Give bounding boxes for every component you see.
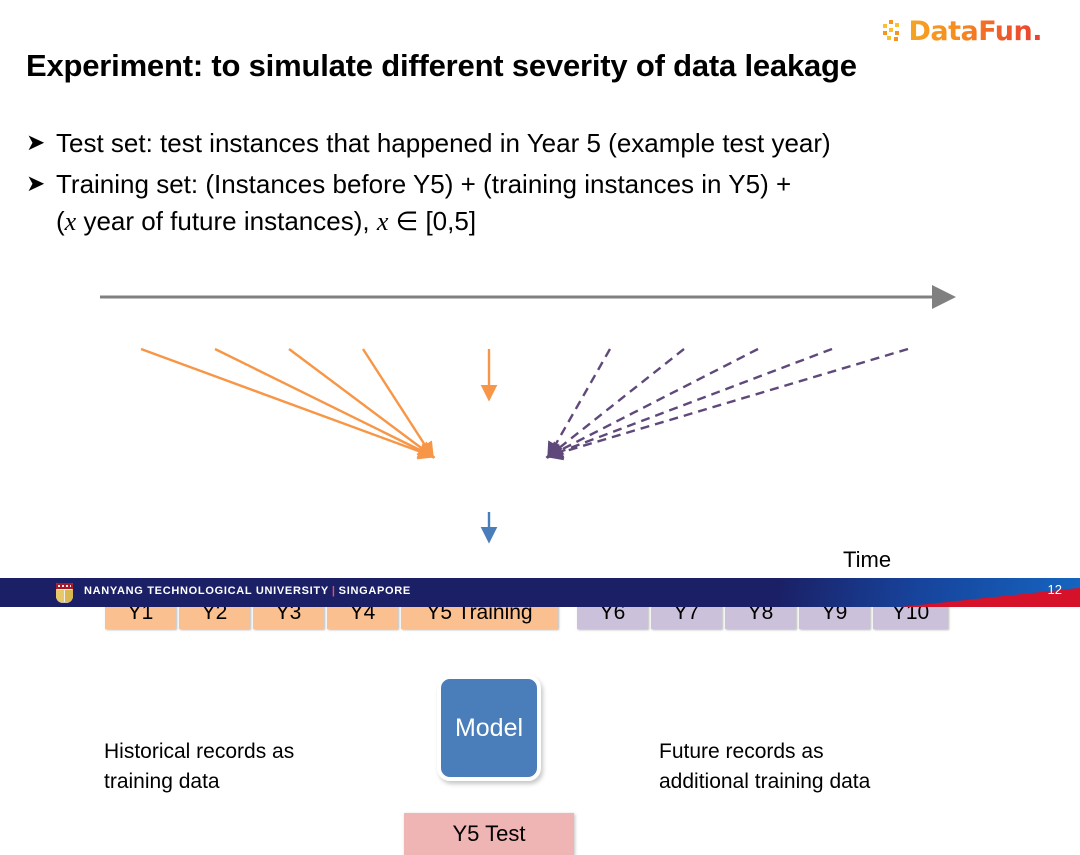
- caption-historical: Historical records as training data: [104, 737, 404, 798]
- arrow-y7-to-model: [546, 348, 685, 459]
- footer-separator: |: [331, 585, 336, 597]
- test-box-y5[interactable]: Y5 Test: [404, 813, 574, 855]
- page-number: 12: [1047, 582, 1062, 597]
- arrow-y2-to-model: [214, 347, 436, 458]
- timeline-diagram: Time Y1 Y2 Y3 Y4 Y5 Training Y6 Y7 Y8 Y9…: [0, 272, 1080, 855]
- bullet-text: Test set: test instances that happened i…: [56, 128, 831, 158]
- footer-university-name: NANYANG TECHNOLOGICAL UNIVERSITY: [84, 585, 329, 597]
- arrow-y1-to-model: [140, 347, 436, 460]
- ntu-crest-icon: [56, 583, 73, 603]
- bullet-text-training: Training set: (Instances before Y5) + (t…: [56, 166, 1046, 241]
- arrow-y9-to-model: [545, 347, 833, 460]
- time-axis-label: Time: [843, 547, 892, 572]
- bullet-training-line1: Training set: (Instances before Y5) + (t…: [56, 168, 792, 199]
- bullet-marker-icon: ➤: [26, 129, 46, 155]
- arrow-y3-to-model: [288, 348, 435, 459]
- caption-future-line2: additional training data: [659, 770, 871, 794]
- bullet-training-mid: year of future instances),: [76, 206, 377, 237]
- caption-future-line1: Future records as: [659, 740, 824, 763]
- caption-historical-line2: training data: [104, 770, 220, 794]
- bullet-marker-icon: ➤: [26, 169, 46, 196]
- datafun-logo: DataFun.: [883, 14, 1042, 48]
- model-box[interactable]: Model: [437, 675, 541, 781]
- math-var-x-2: x: [376, 207, 389, 237]
- math-var-x-1: x: [64, 207, 77, 237]
- bullet-training-open-paren: (: [56, 206, 65, 237]
- slide-footer: NANYANG TECHNOLOGICAL UNIVERSITY | SINGAPO…: [0, 578, 1080, 607]
- logo-text: DataFun.: [908, 15, 1042, 47]
- caption-historical-line1: Historical records as: [104, 740, 295, 763]
- slide: DataFun. Experiment: to simulate differe…: [0, 0, 1080, 855]
- footer-university-text: NANYANG TECHNOLOGICAL UNIVERSITY | SINGAPO…: [84, 585, 411, 597]
- bullet-training-tail: ∈ [0,5]: [388, 206, 477, 237]
- diagram-svg: [100, 285, 956, 544]
- caption-future: Future records as additional training da…: [659, 737, 989, 798]
- bullet-item-training-set: ➤ Training set: (Instances before Y5) + …: [26, 166, 1046, 241]
- bullet-list: ➤ Test set: test instances that happened…: [26, 125, 1046, 241]
- bullet-item-test-set: ➤ Test set: test instances that happened…: [26, 125, 1046, 163]
- footer-country: SINGAPORE: [338, 585, 411, 597]
- page-title: Experiment: to simulate different severi…: [26, 48, 857, 83]
- logo-dots-icon: [883, 20, 907, 42]
